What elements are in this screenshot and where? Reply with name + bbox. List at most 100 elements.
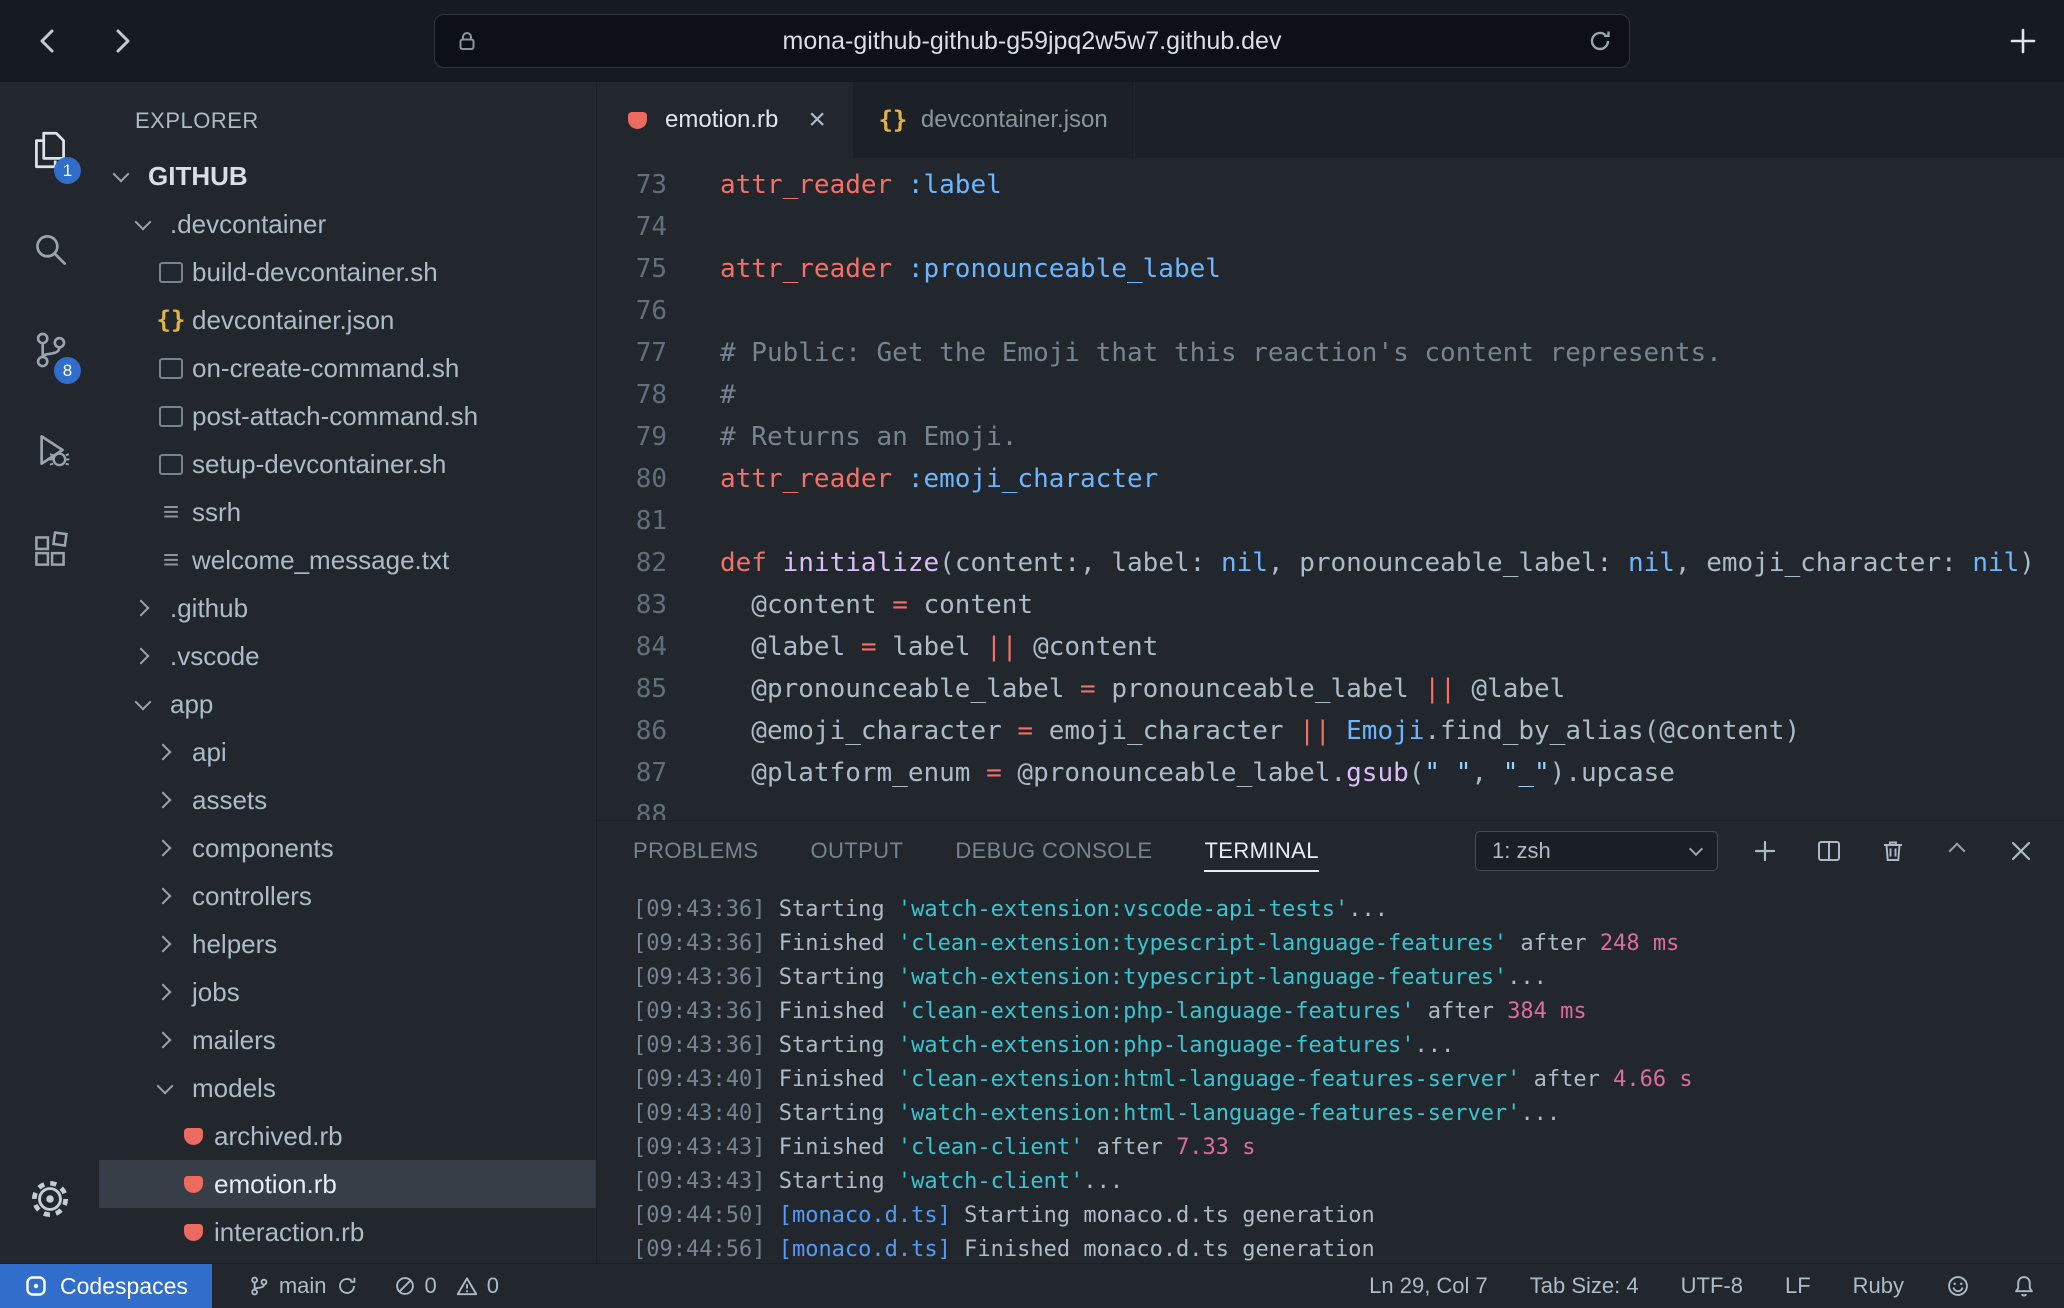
close-panel-button[interactable] <box>2004 834 2038 868</box>
terminal-line: [09:43:43] Starting 'watch-client'... <box>633 1165 2064 1199</box>
tree-item-devcontainer-json[interactable]: {}devcontainer.json <box>99 296 596 344</box>
kill-terminal-button[interactable] <box>1876 834 1910 868</box>
ruby-file-icon <box>179 1128 207 1145</box>
codespaces-icon <box>24 1274 48 1298</box>
line-number: 80 <box>597 458 667 500</box>
close-icon[interactable]: × <box>808 105 826 135</box>
panel-tab-problems[interactable]: PROBLEMS <box>633 821 758 881</box>
tree-item-label: controllers <box>192 881 312 912</box>
tree-item-label: .github <box>170 593 248 624</box>
line-number: 85 <box>597 668 667 710</box>
tree-item-assets[interactable]: assets <box>99 776 596 824</box>
back-button[interactable] <box>28 21 68 61</box>
tree-item-ssrh[interactable]: ≡ssrh <box>99 488 596 536</box>
tree-item-label: .devcontainer <box>170 209 326 240</box>
explorer-view-button[interactable]: 1 <box>0 100 99 200</box>
tree-item-interaction-rb[interactable]: interaction.rb <box>99 1208 596 1256</box>
tree-item-vscode[interactable]: .vscode <box>99 632 596 680</box>
chevron-right-icon <box>133 648 150 665</box>
terminal-picker[interactable]: 1: zsh <box>1475 831 1718 871</box>
tree-item-github[interactable]: .github <box>99 584 596 632</box>
smiley-icon <box>1946 1274 1970 1298</box>
editor[interactable]: 73attr_reader :label7475attr_reader :pro… <box>597 158 2064 820</box>
line-number: 84 <box>597 626 667 668</box>
activity-bar: 1 8 <box>0 82 99 1263</box>
tree-item-label: models <box>192 1073 276 1104</box>
code-line: 88 <box>597 794 2064 820</box>
chevron-down-icon <box>157 1078 174 1095</box>
tree-item-controllers[interactable]: controllers <box>99 872 596 920</box>
new-terminal-button[interactable] <box>1748 834 1782 868</box>
eol-sequence[interactable]: LF <box>1785 1273 1811 1299</box>
refresh-icon[interactable] <box>1587 28 1613 54</box>
forward-button[interactable] <box>102 21 142 61</box>
tree-item-models[interactable]: models <box>99 1064 596 1112</box>
new-tab-button[interactable] <box>2006 24 2040 58</box>
line-number: 76 <box>597 290 667 332</box>
chevron-right-icon <box>155 744 172 761</box>
tree-item-label: devcontainer.json <box>192 305 394 336</box>
tree-item-devcontainer[interactable]: .devcontainer <box>99 200 596 248</box>
ruby-file-icon <box>179 1224 207 1241</box>
shell-file-icon <box>157 262 185 283</box>
tree-item-archived-rb[interactable]: archived.rb <box>99 1112 596 1160</box>
chevron-right-icon <box>155 936 172 953</box>
panel-tab-debug-console[interactable]: DEBUG CONSOLE <box>955 821 1152 881</box>
notifications-button[interactable] <box>2012 1274 2036 1298</box>
line-number: 87 <box>597 752 667 794</box>
tree-item-label: assets <box>192 785 267 816</box>
terminal-line: [09:44:56] [monaco.d.ts] Finished monaco… <box>633 1233 2064 1263</box>
browser-toolbar: mona-github-github-g59jpq2w5w7.github.de… <box>0 0 2064 82</box>
tree-item-welcome-message-txt[interactable]: ≡welcome_message.txt <box>99 536 596 584</box>
terminal-line: [09:43:36] Starting 'watch-extension:vsc… <box>633 893 2064 927</box>
chevron-down-icon <box>135 214 152 231</box>
branch-status[interactable]: main <box>248 1273 358 1299</box>
feedback-button[interactable] <box>1946 1274 1970 1298</box>
panel-tab-terminal[interactable]: TERMINAL <box>1204 821 1318 881</box>
terminal-line: [09:43:36] Starting 'watch-extension:typ… <box>633 961 2064 995</box>
tree-item-label: app <box>170 689 213 720</box>
tree-item-build-devcontainer-sh[interactable]: build-devcontainer.sh <box>99 248 596 296</box>
tree-item-post-attach-command-sh[interactable]: post-attach-command.sh <box>99 392 596 440</box>
tree-item-helpers[interactable]: helpers <box>99 920 596 968</box>
search-view-button[interactable] <box>0 200 99 300</box>
tree-item-components[interactable]: components <box>99 824 596 872</box>
manage-button[interactable] <box>0 1149 99 1249</box>
tree-item-label: archived.rb <box>214 1121 343 1152</box>
indentation[interactable]: Tab Size: 4 <box>1530 1273 1639 1299</box>
tab-label: devcontainer.json <box>921 106 1108 134</box>
code-line: 85 @pronounceable_label = pronounceable_… <box>597 668 2064 710</box>
panel-tab-output[interactable]: OUTPUT <box>810 821 903 881</box>
ruby-file-icon <box>623 112 651 129</box>
language-mode[interactable]: Ruby <box>1853 1273 1904 1299</box>
chevron-down-icon <box>113 166 130 183</box>
tree-item-github[interactable]: GITHUB <box>99 152 596 200</box>
chevron-down-icon <box>1689 842 1703 856</box>
extensions-icon <box>27 527 73 573</box>
problems-status[interactable]: 0 0 <box>394 1273 500 1299</box>
tree-item-on-create-command-sh[interactable]: on-create-command.sh <box>99 344 596 392</box>
split-terminal-button[interactable] <box>1812 834 1846 868</box>
tab-devcontainer-json[interactable]: {}devcontainer.json <box>853 82 1135 158</box>
terminal[interactable]: [09:43:36] Starting 'watch-extension:vsc… <box>597 881 2064 1263</box>
tree-item-jobs[interactable]: jobs <box>99 968 596 1016</box>
encoding[interactable]: UTF-8 <box>1681 1273 1743 1299</box>
tree-item-emotion-rb[interactable]: emotion.rb <box>99 1160 596 1208</box>
run-debug-view-button[interactable] <box>0 400 99 500</box>
tab-emotion-rb[interactable]: emotion.rb× <box>597 82 853 158</box>
cursor-position[interactable]: Ln 29, Col 7 <box>1369 1273 1488 1299</box>
tree-item-mailers[interactable]: mailers <box>99 1016 596 1064</box>
remote-indicator[interactable]: Codespaces <box>0 1264 212 1308</box>
chevron-right-icon <box>155 792 172 809</box>
terminal-line: [09:43:36] Finished 'clean-extension:typ… <box>633 927 2064 961</box>
tree-item-app[interactable]: app <box>99 680 596 728</box>
maximize-panel-button[interactable] <box>1940 834 1974 868</box>
address-bar[interactable]: mona-github-github-g59jpq2w5w7.github.de… <box>434 14 1630 68</box>
line-number: 82 <box>597 542 667 584</box>
terminal-line: [09:43:43] Finished 'clean-client' after… <box>633 1131 2064 1165</box>
chevron-right-icon <box>155 984 172 1001</box>
tree-item-setup-devcontainer-sh[interactable]: setup-devcontainer.sh <box>99 440 596 488</box>
source-control-view-button[interactable]: 8 <box>0 300 99 400</box>
extensions-view-button[interactable] <box>0 500 99 600</box>
tree-item-api[interactable]: api <box>99 728 596 776</box>
